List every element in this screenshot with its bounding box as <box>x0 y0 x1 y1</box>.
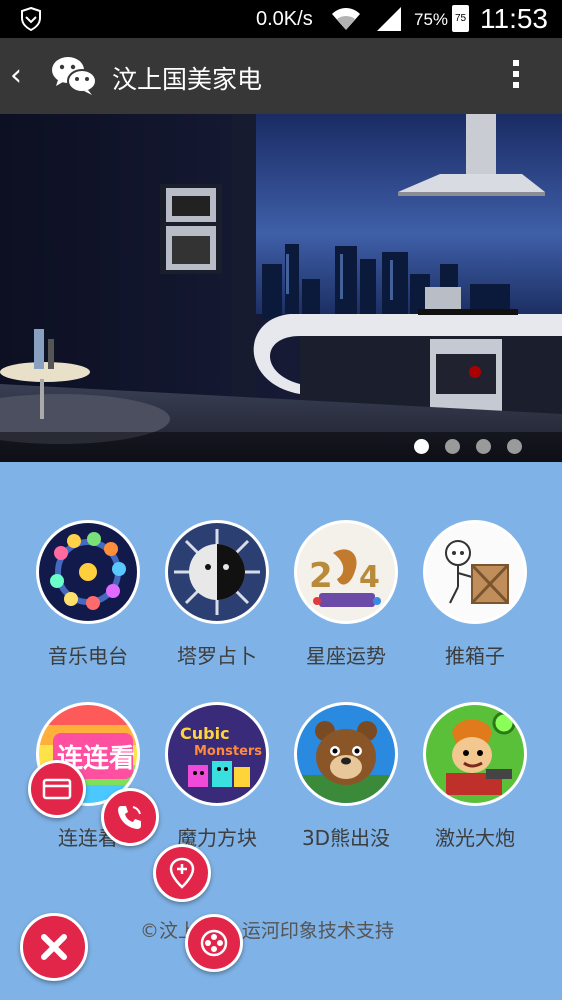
film-reel-button[interactable] <box>185 914 243 972</box>
grid-item-tarot[interactable]: 塔罗占卜 <box>162 520 272 669</box>
close-icon <box>41 934 67 960</box>
banner-pager <box>410 439 530 455</box>
location-button[interactable] <box>153 844 211 902</box>
battery-icon: 75 <box>452 5 469 32</box>
clock: 11:53 <box>480 3 548 34</box>
grid-item-laser-cannon[interactable]: 激光大炮 <box>420 702 530 851</box>
grid-item-music-radio[interactable]: 音乐电台 <box>33 520 143 669</box>
pager-dot[interactable] <box>507 439 522 454</box>
grid-item-label: 塔罗占卜 <box>177 644 257 668</box>
laser-cannon-game-icon <box>423 702 527 806</box>
banner-image[interactable] <box>0 114 562 462</box>
svg-text:4: 4 <box>359 560 380 595</box>
grid-item-label: 推箱子 <box>445 644 505 668</box>
svg-text:Cubic: Cubic <box>180 724 230 743</box>
wechat-icon <box>52 57 97 95</box>
network-speed: 0.0K/s <box>256 8 313 30</box>
grid-item-label: 3D熊出没 <box>301 826 391 850</box>
chevron-left-icon[interactable]: ‹ <box>10 60 34 92</box>
battery-percent: 75% <box>414 10 449 29</box>
grid-item-magic-cube[interactable]: Cubic Monsters 魔力方块 <box>162 702 272 851</box>
kitchen-appliances-photo <box>0 114 562 462</box>
page-title: 汶上国美家电 <box>112 65 263 94</box>
card-icon <box>42 778 72 800</box>
grid-item-label: 音乐电台 <box>48 644 128 668</box>
tarot-icon <box>165 520 269 624</box>
pager-dot-active[interactable] <box>414 439 429 454</box>
grid-item-3d-bears[interactable]: 3D熊出没 <box>291 702 401 851</box>
status-bar: 0.0K/s 75% 75 11:53 <box>0 0 562 38</box>
horoscope-icon: 2 4 <box>294 520 398 624</box>
phone-icon <box>118 806 141 829</box>
3d-bears-game-icon <box>294 702 398 806</box>
music-radio-icon <box>36 520 140 624</box>
grid-item-label: 激光大炮 <box>435 826 515 850</box>
signal-icon <box>377 7 401 31</box>
film-reel-icon <box>200 929 228 957</box>
svg-text:Monsters: Monsters <box>194 744 262 759</box>
close-button[interactable] <box>20 913 88 981</box>
more-vertical-icon[interactable] <box>506 56 526 96</box>
app-bar: ‹ 汶上国美家电 <box>0 38 562 115</box>
footer-credit: ©汶上国美-运河印象技术支持 <box>140 920 394 942</box>
svg-text:2: 2 <box>309 556 333 596</box>
grid-item-push-box[interactable]: 推箱子 <box>420 520 530 669</box>
magic-cube-game-icon: Cubic Monsters <box>165 702 269 806</box>
wifi-icon <box>332 8 360 30</box>
card-button[interactable] <box>28 760 86 818</box>
location-icon <box>169 857 195 889</box>
push-box-game-icon <box>423 520 527 624</box>
phone-button[interactable] <box>101 788 159 846</box>
pager-dot[interactable] <box>445 439 460 454</box>
grid-item-horoscope[interactable]: 2 4 星座运势 <box>291 520 401 669</box>
pager-dot[interactable] <box>476 439 491 454</box>
grid-item-label: 星座运势 <box>306 644 386 668</box>
shield-icon <box>21 7 41 31</box>
